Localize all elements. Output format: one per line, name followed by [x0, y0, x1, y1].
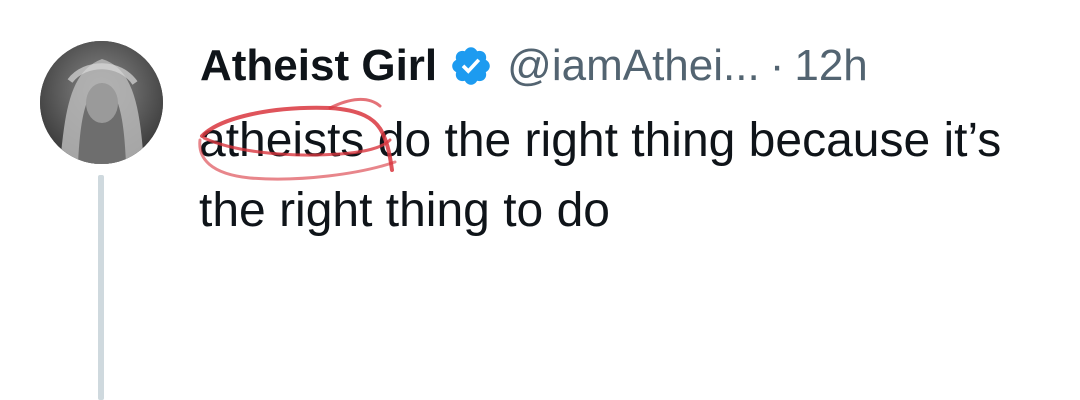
tweet-text: atheists do the right thing because it’s…	[199, 114, 1002, 237]
display-name[interactable]: Atheist Girl	[200, 36, 437, 96]
thread-line	[98, 175, 104, 400]
user-handle[interactable]: @iamAthei...	[507, 36, 760, 96]
separator-dot: ·	[769, 41, 785, 90]
verified-badge-icon	[449, 44, 493, 88]
timestamp[interactable]: 12h	[794, 36, 867, 96]
avatar[interactable]	[40, 41, 163, 164]
tweet-header: Atheist Girl @iamAthei... · 12h	[200, 36, 868, 96]
